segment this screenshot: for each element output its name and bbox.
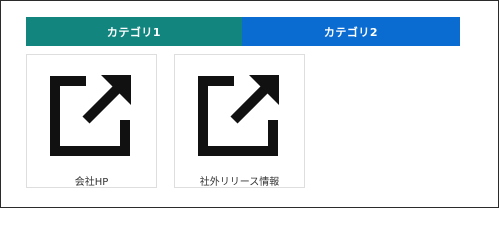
panel-frame: カテゴリ1 カテゴリ2 会社HP 社外リリース情報: [0, 0, 499, 208]
tile-company-hp[interactable]: 会社HP: [26, 54, 157, 188]
category-tabs: カテゴリ1 カテゴリ2: [26, 17, 460, 46]
external-link-icon: [198, 75, 279, 156]
tab-category-1[interactable]: カテゴリ1: [26, 17, 242, 46]
tab-category-1-label: カテゴリ1: [106, 25, 162, 39]
tab-category-2[interactable]: カテゴリ2: [242, 17, 460, 46]
tile-external-releases[interactable]: 社外リリース情報: [174, 54, 305, 188]
tile-company-hp-label: 会社HP: [74, 177, 109, 188]
tile-external-releases-label: 社外リリース情報: [199, 177, 280, 188]
external-link-icon: [50, 75, 131, 156]
tab-category-2-label: カテゴリ2: [323, 25, 379, 39]
link-tiles: 会社HP 社外リリース情報: [26, 54, 305, 188]
